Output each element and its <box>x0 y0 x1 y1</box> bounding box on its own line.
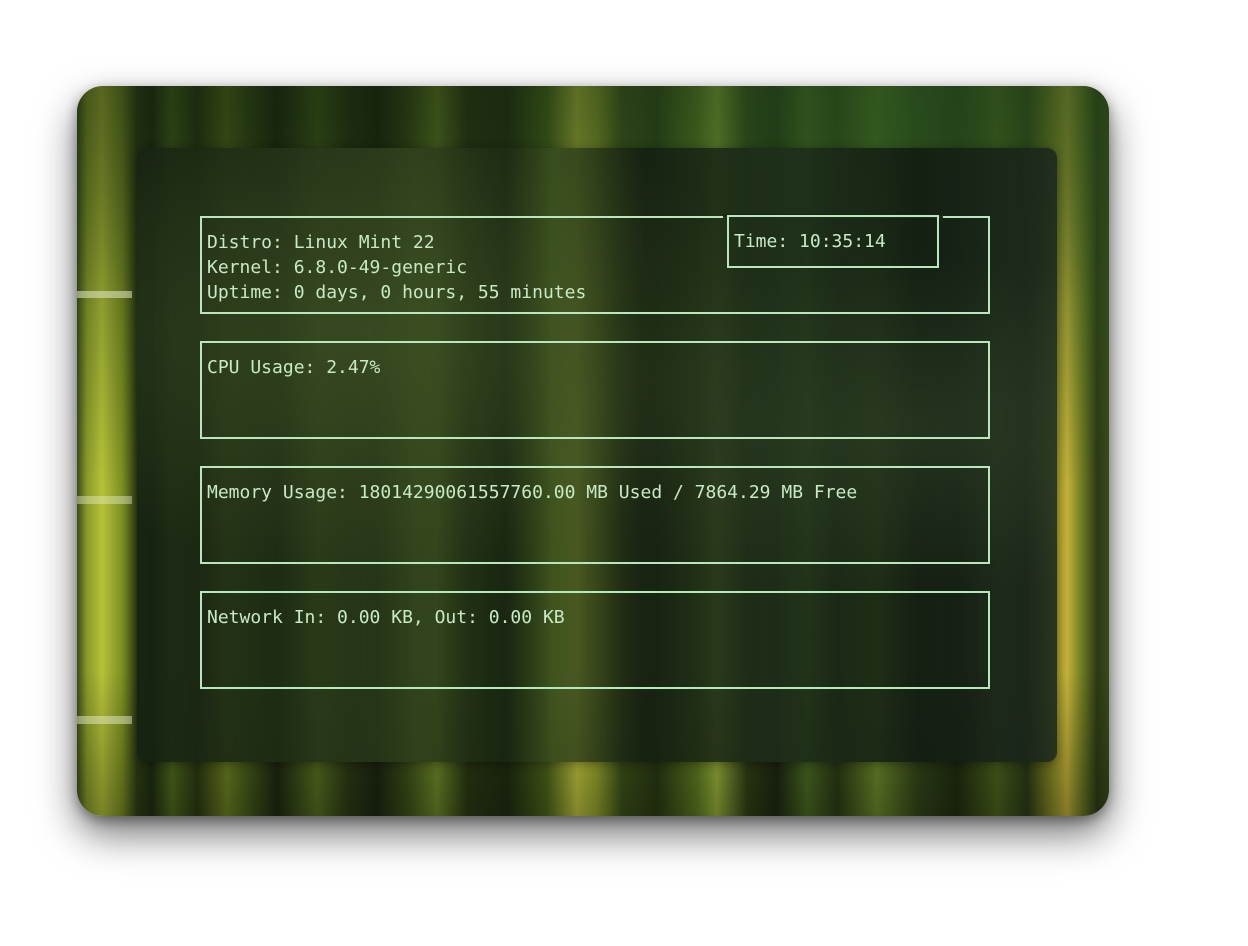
kernel-label: Kernel: 6.8.0-49-generic <box>207 257 468 278</box>
network-usage-label: Network In: 0.00 KB, Out: 0.00 KB <box>207 607 565 628</box>
memory-usage-label: Memory Usage: 18014290061557760.00 MB Us… <box>207 482 858 503</box>
cpu-usage-box: CPU Usage: 2.47% <box>200 341 990 439</box>
desktop-window: Distro: Linux Mint 22 Kernel: 6.8.0-49-g… <box>77 86 1109 816</box>
memory-usage-box: Memory Usage: 18014290061557760.00 MB Us… <box>200 466 990 564</box>
network-usage-box: Network In: 0.00 KB, Out: 0.00 KB <box>200 591 990 689</box>
distro-label: Distro: Linux Mint 22 <box>207 232 435 253</box>
time-box: Time: 10:35:14 <box>727 215 939 268</box>
uptime-label: Uptime: 0 days, 0 hours, 55 minutes <box>207 282 587 303</box>
time-label: Time: 10:35:14 <box>734 231 886 252</box>
cpu-usage-label: CPU Usage: 2.47% <box>207 357 381 378</box>
